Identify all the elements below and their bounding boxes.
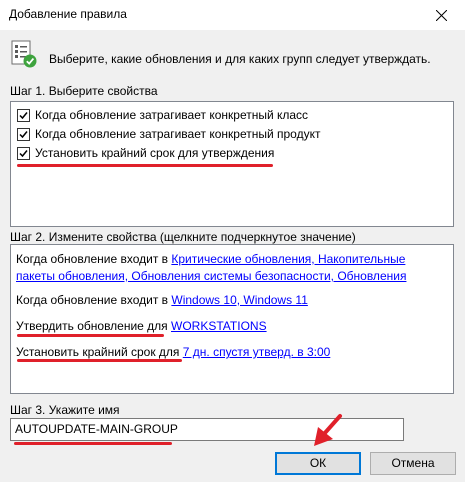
- deadline-link[interactable]: 7 дн. спустя утверд. в 3:00: [183, 345, 331, 359]
- arrow-annotation-icon: [314, 414, 342, 446]
- desc-class-line: Когда обновление входит в Критические об…: [16, 251, 405, 268]
- desc-product-prefix: Когда обновление входит в: [16, 293, 172, 307]
- header-instruction: Выберите, какие обновления и для каких г…: [49, 52, 431, 66]
- checkbox-product[interactable]: [17, 127, 30, 141]
- desc-approve-prefix: Утвердить обновление для: [16, 319, 172, 333]
- window-title: Добавление правила: [9, 7, 127, 21]
- highlight-underline-deadline-property: [17, 164, 273, 167]
- property-label-class: Когда обновление затрагивает конкретный …: [35, 108, 309, 122]
- close-button[interactable]: [419, 0, 465, 30]
- step1-label: Шаг 1. Выберите свойства: [10, 84, 158, 98]
- checkmark-icon: [19, 111, 28, 119]
- rule-description-box: Когда обновление входит в Критические об…: [10, 244, 454, 394]
- desc-product-line: Когда обновление входит в Windows 10, Wi…: [16, 292, 308, 309]
- close-icon: [436, 10, 447, 21]
- property-item-product[interactable]: Когда обновление затрагивает конкретный …: [17, 125, 320, 143]
- highlight-underline-approve: [17, 334, 164, 337]
- desc-deadline-prefix: Установить крайний срок для: [16, 345, 183, 359]
- product-link[interactable]: Windows 10, Windows 11: [171, 293, 308, 307]
- highlight-underline-deadline: [17, 359, 182, 362]
- property-item-class[interactable]: Когда обновление затрагивает конкретный …: [17, 106, 308, 124]
- checkbox-deadline[interactable]: [17, 146, 30, 160]
- checkmark-icon: [19, 130, 28, 138]
- cancel-button[interactable]: Отмена: [370, 452, 456, 475]
- highlight-underline-name: [14, 442, 172, 445]
- rule-checklist-icon: [11, 40, 37, 68]
- group-link[interactable]: WORKSTATIONS: [171, 319, 267, 333]
- checkbox-class[interactable]: [17, 108, 30, 122]
- step3-label: Шаг 3. Укажите имя: [10, 403, 120, 417]
- desc-approve-line: Утвердить обновление для WORKSTATIONS: [16, 318, 267, 335]
- step2-label: Шаг 2. Измените свойства (щелкните подче…: [10, 230, 356, 244]
- class-link[interactable]: Критические обновления, Накопительные: [171, 252, 405, 266]
- desc-class-prefix: Когда обновление входит в: [16, 252, 172, 266]
- desc-class-line-2: пакеты обновления, Обновления системы бе…: [16, 268, 406, 285]
- property-label-product: Когда обновление затрагивает конкретный …: [35, 127, 321, 141]
- class-link-continued[interactable]: пакеты обновления, Обновления системы бе…: [16, 269, 406, 283]
- checkmark-icon: [19, 149, 28, 157]
- title-bar: Добавление правила: [0, 0, 465, 30]
- property-item-deadline[interactable]: Установить крайний срок для утверждения: [17, 144, 274, 162]
- property-label-deadline: Установить крайний срок для утверждения: [35, 146, 275, 160]
